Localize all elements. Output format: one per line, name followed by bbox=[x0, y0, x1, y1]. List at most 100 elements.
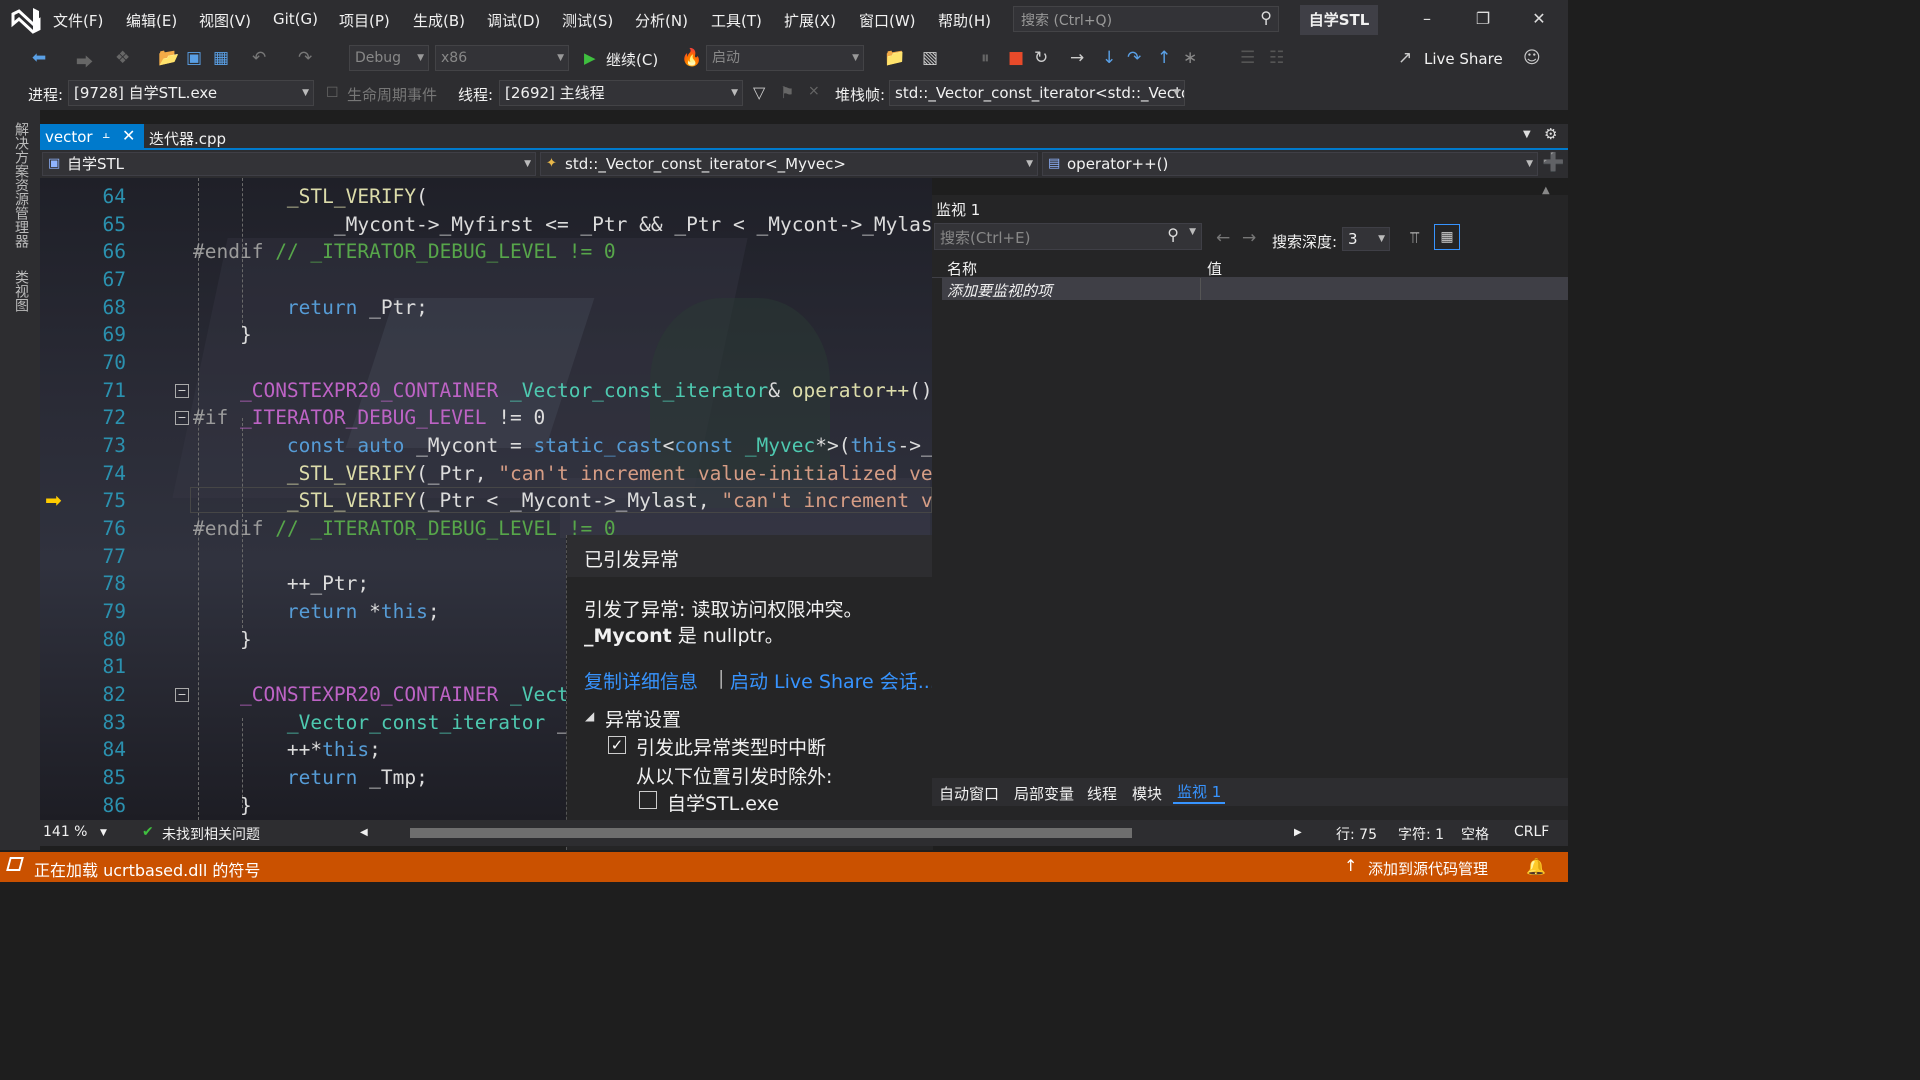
hot-reload-icon[interactable]: 🔥 bbox=[681, 48, 702, 68]
comment-icon[interactable]: ☰ bbox=[1240, 48, 1255, 68]
menu-build[interactable]: 生成(B) bbox=[413, 10, 465, 31]
close-tab-icon[interactable]: ✕ bbox=[122, 126, 135, 145]
step-over-icon[interactable]: ↷ bbox=[1127, 48, 1141, 68]
close-icon[interactable]: ✕ bbox=[1524, 6, 1554, 32]
menu-file[interactable]: 文件(F) bbox=[53, 10, 103, 31]
startup-item-select[interactable]: 启动 ▼ bbox=[706, 45, 864, 71]
menu-window[interactable]: 窗口(W) bbox=[859, 10, 916, 31]
break-on-exception-checkbox[interactable]: ✓ bbox=[608, 736, 626, 754]
toggle-flag-icon[interactable]: ⨯ bbox=[808, 83, 820, 99]
open-folder-icon[interactable]: 📂 bbox=[158, 48, 179, 68]
expand-triangle-icon[interactable]: ◢ bbox=[585, 709, 594, 723]
global-search-input[interactable]: 搜索 (Ctrl+Q) ⚲ bbox=[1013, 6, 1279, 32]
forward-icon[interactable]: ⮕ bbox=[76, 48, 93, 73]
menu-view[interactable]: 视图(V) bbox=[199, 10, 251, 31]
menu-extensions[interactable]: 扩展(X) bbox=[784, 10, 836, 31]
restart-icon[interactable]: ↻ bbox=[1034, 48, 1048, 68]
project-nav-select[interactable]: ▣ 自学STL ▼ bbox=[42, 152, 536, 176]
watch-search-input[interactable]: 搜索(Ctrl+E) ⚲ ▼ bbox=[934, 223, 1202, 250]
search-previous-icon[interactable]: ← bbox=[1216, 228, 1230, 248]
menu-edit[interactable]: 编辑(E) bbox=[126, 10, 177, 31]
platform-select[interactable]: x86 ▼ bbox=[435, 45, 569, 71]
issues-status[interactable]: 未找到相关问题 bbox=[162, 824, 260, 844]
stackframe-select[interactable]: std::_Vector_const_iterator<std::_Vecto ▼ bbox=[889, 80, 1185, 106]
configuration-select[interactable]: Debug ▼ bbox=[349, 45, 429, 71]
filter-icon[interactable]: ▽ bbox=[753, 83, 765, 102]
feedback-icon[interactable]: ☺ bbox=[1523, 48, 1541, 68]
minimize-icon[interactable]: – bbox=[1412, 6, 1442, 32]
exception-settings-header[interactable]: 异常设置 bbox=[605, 705, 681, 732]
menu-help[interactable]: 帮助(H) bbox=[938, 10, 991, 31]
search-next-icon[interactable]: → bbox=[1242, 228, 1256, 248]
undo-icon[interactable]: ↶ bbox=[252, 48, 266, 68]
solution-explorer-tab[interactable]: 解决方案资源管理器 bbox=[11, 122, 31, 248]
thread-select[interactable]: [2692] 主线程 ▼ bbox=[499, 80, 743, 106]
scroll-left-icon[interactable]: ◀ bbox=[360, 827, 368, 838]
tab-iterator-cpp[interactable]: 迭代器.cpp bbox=[149, 128, 226, 149]
column-name[interactable]: 名称 bbox=[947, 258, 977, 279]
menu-project[interactable]: 项目(P) bbox=[339, 10, 390, 31]
scope-nav-select[interactable]: ✦ std::_Vector_const_iterator<_Myvec> ▼ bbox=[540, 152, 1038, 176]
notifications-bell-icon[interactable]: 🔔 bbox=[1526, 857, 1546, 876]
char-indicator[interactable]: 字符: 1 bbox=[1398, 824, 1444, 844]
hex-display-icon[interactable]: ▦ bbox=[1434, 224, 1460, 250]
tab-autos[interactable]: 自动窗口 bbox=[939, 783, 999, 804]
uncomment-icon[interactable]: ☷ bbox=[1269, 48, 1284, 68]
menu-analyze[interactable]: 分析(N) bbox=[635, 10, 688, 31]
step-out-icon[interactable]: ↑ bbox=[1157, 48, 1171, 68]
restore-icon[interactable]: ❐ bbox=[1468, 6, 1498, 32]
line-indicator[interactable]: 行: 75 bbox=[1336, 824, 1377, 844]
menu-git[interactable]: Git(G) bbox=[273, 10, 318, 28]
solution-name-badge[interactable]: 自学STL bbox=[1300, 5, 1378, 35]
redo-icon[interactable]: ↷ bbox=[298, 48, 312, 68]
step-into-icon[interactable]: ↓ bbox=[1102, 48, 1116, 68]
show-next-statement-icon[interactable]: → bbox=[1070, 48, 1084, 68]
member-nav-select[interactable]: ▤ operator++() ▼ bbox=[1042, 152, 1538, 176]
stop-icon[interactable]: ■ bbox=[1008, 48, 1024, 68]
collapse-region-icon[interactable]: − bbox=[175, 411, 189, 425]
add-watch-row[interactable]: 添加要监视的项 bbox=[942, 278, 1568, 300]
search-depth-select[interactable]: 3 ▼ bbox=[1342, 227, 1390, 251]
start-live-share-link[interactable]: 启动 Live Share 会话... bbox=[730, 667, 933, 694]
column-value[interactable]: 值 bbox=[1207, 258, 1222, 279]
tab-threads[interactable]: 线程 bbox=[1087, 783, 1117, 804]
split-editor-icon[interactable]: ➕ bbox=[1542, 152, 1564, 173]
menu-tools[interactable]: 工具(T) bbox=[711, 10, 762, 31]
menu-test[interactable]: 测试(S) bbox=[562, 10, 613, 31]
search-options-dropdown-icon[interactable]: ▼ bbox=[1189, 227, 1196, 237]
hex-display-icon[interactable]: ∗ bbox=[1183, 48, 1197, 68]
scroll-up-icon[interactable]: ▲ bbox=[1542, 185, 1550, 196]
zoom-dropdown-icon[interactable]: ▼ bbox=[100, 828, 107, 838]
flag-thread-icon[interactable]: ⚑ bbox=[780, 83, 794, 102]
add-to-source-control-button[interactable]: 添加到源代码管理 bbox=[1368, 858, 1488, 879]
save-all-icon[interactable]: ▦ bbox=[213, 48, 229, 68]
pin-column-icon[interactable]: ⫪ bbox=[1410, 228, 1419, 248]
screenshot-icon[interactable]: ▧ bbox=[922, 48, 938, 68]
tab-locals[interactable]: 局部变量 bbox=[1014, 783, 1074, 804]
live-share-button[interactable]: Live Share bbox=[1424, 50, 1503, 68]
new-project-icon[interactable]: ❖ bbox=[115, 48, 130, 68]
zoom-level[interactable]: 141 % bbox=[43, 824, 87, 840]
tab-list-dropdown-icon[interactable]: ▼ bbox=[1523, 129, 1531, 140]
line-ending-indicator[interactable]: CRLF bbox=[1514, 824, 1549, 840]
continue-button[interactable]: 继续(C) bbox=[606, 49, 658, 70]
tab-watch-1[interactable]: 监视 1 bbox=[1173, 781, 1226, 804]
pin-icon[interactable]: ⫠ bbox=[102, 127, 110, 142]
horizontal-scrollbar[interactable] bbox=[410, 828, 1132, 838]
save-icon[interactable]: ▣ bbox=[186, 48, 202, 68]
copy-details-link[interactable]: 复制详细信息 bbox=[584, 667, 698, 694]
class-view-tab[interactable]: 类视图 bbox=[11, 270, 31, 312]
tab-vector[interactable]: vector ⫠ ✕ bbox=[40, 124, 144, 150]
whitespace-indicator[interactable]: 空格 bbox=[1461, 824, 1489, 844]
pause-icon[interactable]: ⏸ bbox=[981, 48, 990, 68]
collapse-region-icon[interactable]: − bbox=[175, 688, 189, 702]
tab-modules[interactable]: 模块 bbox=[1132, 783, 1162, 804]
scroll-right-icon[interactable]: ▶ bbox=[1294, 827, 1302, 838]
continue-play-icon[interactable]: ▶ bbox=[584, 49, 596, 67]
collapse-region-icon[interactable]: − bbox=[175, 384, 189, 398]
lifecycle-events-button[interactable]: 生命周期事件 bbox=[347, 84, 437, 105]
process-select[interactable]: [9728] 自学STL.exe ▼ bbox=[68, 80, 314, 106]
module-exclusion-checkbox[interactable] bbox=[639, 791, 657, 809]
browse-folder-icon[interactable]: 📁 bbox=[884, 48, 905, 68]
back-icon[interactable]: ⬅ bbox=[32, 48, 46, 68]
